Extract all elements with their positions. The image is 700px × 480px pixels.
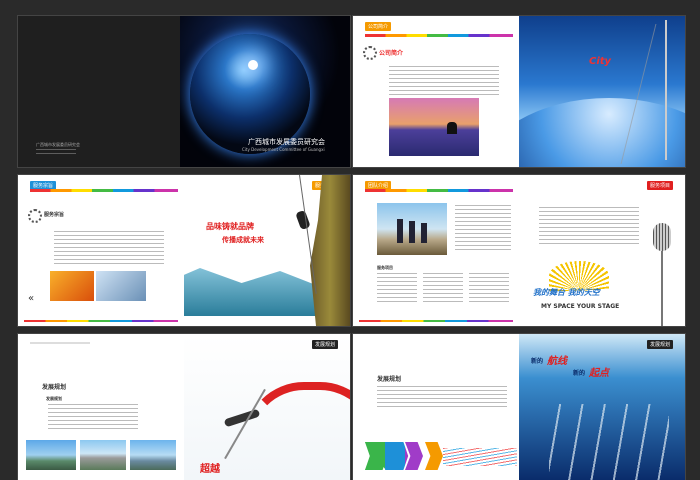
cover-org-cn: 广西城市发展委员研究会: [248, 138, 325, 146]
climber-figure: [295, 209, 311, 231]
city-photo-1: [26, 440, 76, 470]
plan-heading: 发展规划: [42, 384, 67, 391]
spread-plan: 发展规划 发展规划 发展规划 超越: [18, 334, 350, 480]
plan-text-block: [48, 404, 138, 430]
microphone-stand: [661, 251, 663, 326]
slogan-line-1: 品味铸就品牌: [206, 222, 254, 231]
spread-future: 发展规划 发展规划 新的 航线 新的 起点: [353, 334, 685, 480]
plan-tag-right: 发展规划: [312, 340, 339, 349]
plan-sub-heading: 发展规划: [46, 396, 62, 401]
city-photo-3: [130, 440, 176, 470]
team-bottom-stripe: [359, 320, 513, 322]
lens-flare: [248, 60, 258, 70]
spread-service: 服务宗旨 服务宗旨 « 服务宗旨 品味铸就品牌 传播成就未来: [18, 175, 350, 326]
banner-text-2: 航线: [547, 356, 567, 367]
hikers-photo: [377, 203, 447, 255]
team-list-col-2: [423, 273, 463, 305]
service-bottom-stripe: [24, 320, 178, 322]
service-heading: 服务宗旨: [44, 212, 65, 218]
plan-right: 发展规划 超越: [184, 334, 350, 480]
chao-yue-text: 超越: [200, 464, 220, 475]
intro-tag: 公司简介: [365, 22, 392, 31]
cover-back: 广西城市发展委员研究会: [18, 16, 180, 167]
team-right: 服务项目 我的舞台 我的天空 MY SPACE YOUR STAGE: [519, 175, 685, 326]
team-tag-right: 服务项目: [647, 181, 674, 190]
city-photo-2: [80, 440, 126, 470]
service-spiral-icon: [28, 209, 42, 223]
service-stripe-left: [30, 189, 178, 192]
plan-left: 发展规划 发展规划: [18, 334, 184, 480]
stage-en-text: MY SPACE YOUR STAGE: [541, 303, 620, 310]
cover-org-en: City Development Committee of Guangxi: [242, 147, 325, 152]
cliff-rock: [310, 175, 350, 326]
team-left: 团队介绍 服务项目: [353, 175, 519, 326]
back-org-text: 广西城市发展委员研究会: [36, 142, 80, 147]
team-text-block: [539, 207, 639, 247]
handshake-photo: [96, 271, 146, 301]
slogan-line-2: 传播成就未来: [222, 236, 264, 244]
stage-cn-text: 我的舞台 我的天空: [533, 288, 600, 297]
spread-team: 团队介绍 服务项目 服务项目 我的舞台 我的天空 MY SPACE YOUR S…: [353, 175, 685, 326]
service-text-block: [54, 231, 164, 267]
banner-text-1: 新的: [531, 358, 544, 365]
team-text-right: [455, 205, 511, 253]
intro-left: 公司简介 公司简介: [353, 16, 519, 167]
spread-intro: 公司简介 公司简介 City: [353, 16, 685, 167]
cover-front: 广西城市发展委员研究会 City Development Committee o…: [180, 16, 350, 167]
earth-globe: [190, 34, 310, 154]
future-tag-right: 发展规划: [647, 340, 674, 349]
team-list-col-3: [469, 273, 509, 305]
banner-text-4: 起点: [589, 368, 609, 379]
future-heading: 发展规划: [377, 376, 402, 383]
team-stripe: [365, 189, 513, 192]
intro-right: City: [519, 16, 685, 167]
rowing-boats: [549, 404, 669, 480]
back-info-lines: [36, 149, 76, 157]
service-left: 服务宗旨 服务宗旨 «: [18, 175, 184, 326]
microphone-icon: [653, 223, 671, 251]
spread-cover: 广西城市发展委员研究会 广西城市发展委员研究会 City Development…: [18, 16, 350, 167]
plan-left-header: [30, 342, 90, 344]
climbing-rope: [299, 175, 317, 294]
team-list-heading: 服务项目: [377, 265, 393, 270]
intro-text-block: [389, 66, 499, 96]
intro-stripe: [365, 34, 513, 37]
prev-arrow-icon[interactable]: «: [28, 293, 34, 304]
service-right: 服务宗旨 品味铸就品牌 传播成就未来: [184, 175, 350, 326]
sunset-cyclist-photo: [389, 98, 479, 156]
intro-brand-en: City: [589, 56, 612, 67]
future-right: 发展规划 新的 航线 新的 起点: [519, 334, 685, 480]
team-list-col-1: [377, 273, 417, 305]
fire-photo: [50, 271, 94, 301]
color-wave-lines: [443, 448, 517, 466]
arrow-row: [365, 442, 445, 470]
future-text-block: [377, 386, 507, 410]
future-left: 发展规划: [353, 334, 519, 480]
intro-spiral-icon: [363, 46, 377, 60]
banner-text-3: 新的: [573, 370, 586, 377]
intro-heading: 公司简介: [379, 50, 404, 57]
